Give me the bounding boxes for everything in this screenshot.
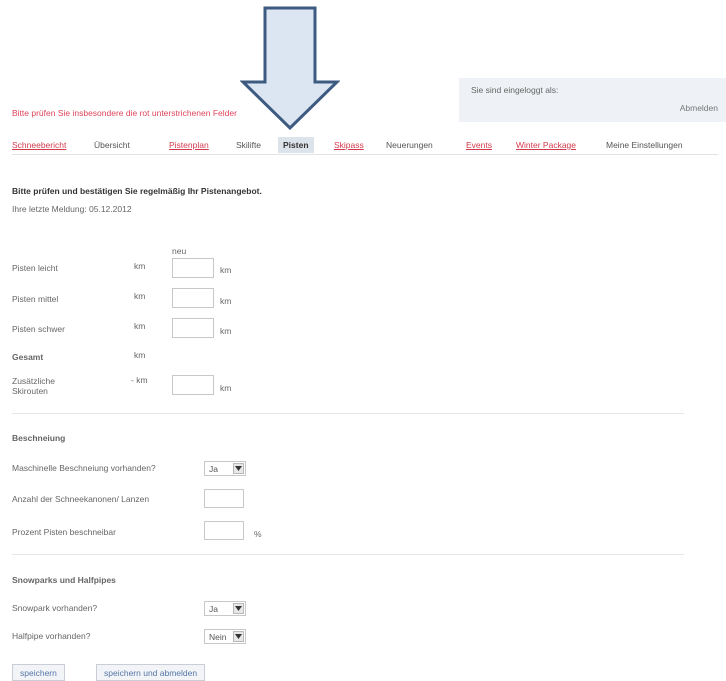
gesamt-label: Gesamt bbox=[12, 352, 44, 362]
save-button[interactable]: speichern bbox=[12, 664, 65, 681]
tab-events[interactable]: Events bbox=[466, 140, 492, 150]
section-divider bbox=[12, 554, 684, 555]
pisten-mittel-label: Pisten mittel bbox=[12, 294, 59, 304]
section-divider bbox=[12, 413, 684, 414]
tab-meine-einstellungen[interactable]: Meine Einstellungen bbox=[606, 140, 683, 150]
tab-schneebericht[interactable]: Schneebericht bbox=[12, 140, 66, 150]
tab-pisten[interactable]: Pisten bbox=[278, 137, 314, 153]
main-nav: Schneebericht Übersicht Pistenplan Skili… bbox=[12, 136, 718, 155]
skirouten-input[interactable] bbox=[172, 375, 214, 395]
maschinelle-beschneiung-select[interactable]: Ja bbox=[204, 461, 246, 476]
intro-heading: Bitte prüfen und bestätigen Sie regelmäß… bbox=[12, 186, 262, 196]
percent-unit: % bbox=[254, 529, 262, 539]
pisten-schwer-current: km bbox=[134, 321, 146, 331]
skirouten-label: Zusätzliche Skirouten bbox=[12, 376, 55, 396]
snowpark-label: Snowpark vorhanden? bbox=[12, 603, 98, 613]
halfpipe-select[interactable]: Nein bbox=[204, 629, 246, 644]
chevron-down-icon[interactable] bbox=[233, 631, 244, 642]
skirouten-current: - km bbox=[131, 375, 148, 385]
tab-neuerungen[interactable]: Neuerungen bbox=[386, 140, 433, 150]
callout-down-arrow-icon bbox=[240, 6, 340, 130]
pisten-leicht-input[interactable] bbox=[172, 258, 214, 278]
pisten-schwer-unit: km bbox=[220, 326, 232, 336]
beschneiung-heading: Beschneiung bbox=[12, 433, 66, 443]
logged-in-label: Sie sind eingeloggt als: bbox=[471, 85, 559, 95]
snowparks-heading: Snowparks und Halfpipes bbox=[12, 575, 116, 585]
chevron-down-icon[interactable] bbox=[233, 463, 244, 474]
tab-pistenplan[interactable]: Pistenplan bbox=[169, 140, 209, 150]
maschinelle-beschneiung-label: Maschinelle Beschneiung vorhanden? bbox=[12, 463, 156, 473]
schneekanonen-label: Anzahl der Schneekanonen/ Lanzen bbox=[12, 494, 150, 504]
pisten-mittel-unit: km bbox=[220, 296, 232, 306]
halfpipe-label: Halfpipe vorhanden? bbox=[12, 631, 91, 641]
gesamt-current: km bbox=[134, 350, 146, 360]
tab-uebersicht[interactable]: Übersicht bbox=[94, 140, 130, 150]
pisten-leicht-unit: km bbox=[220, 265, 232, 275]
pisten-mittel-current: km bbox=[134, 291, 146, 301]
validation-warning: Bitte prüfen Sie insbesondere die rot un… bbox=[12, 108, 237, 118]
chevron-down-icon[interactable] bbox=[233, 603, 244, 614]
tab-skipass[interactable]: Skipass bbox=[334, 140, 364, 150]
logout-link[interactable]: Abmelden bbox=[680, 103, 718, 113]
pisten-leicht-label: Pisten leicht bbox=[12, 263, 58, 273]
prozent-beschneibar-label: Prozent Pisten beschneibar bbox=[12, 527, 116, 537]
schneekanonen-input[interactable] bbox=[204, 489, 244, 508]
pisten-schwer-input[interactable] bbox=[172, 318, 214, 338]
save-and-logout-button[interactable]: speichern und abmelden bbox=[96, 664, 206, 681]
tab-winter-package[interactable]: Winter Package bbox=[516, 140, 576, 150]
tab-skilifte[interactable]: Skilifte bbox=[236, 140, 261, 150]
pisten-schwer-label: Pisten schwer bbox=[12, 324, 65, 334]
last-update-text: Ihre letzte Meldung: 05.12.2012 bbox=[12, 204, 132, 214]
login-box: Sie sind eingeloggt als: Abmelden bbox=[459, 78, 726, 122]
prozent-beschneibar-input[interactable] bbox=[204, 521, 244, 540]
pisten-leicht-current: km bbox=[134, 261, 146, 271]
new-column-header: neu bbox=[172, 246, 187, 256]
pisten-mittel-input[interactable] bbox=[172, 288, 214, 308]
snowpark-select[interactable]: Ja bbox=[204, 601, 246, 616]
skirouten-unit: km bbox=[220, 383, 232, 393]
